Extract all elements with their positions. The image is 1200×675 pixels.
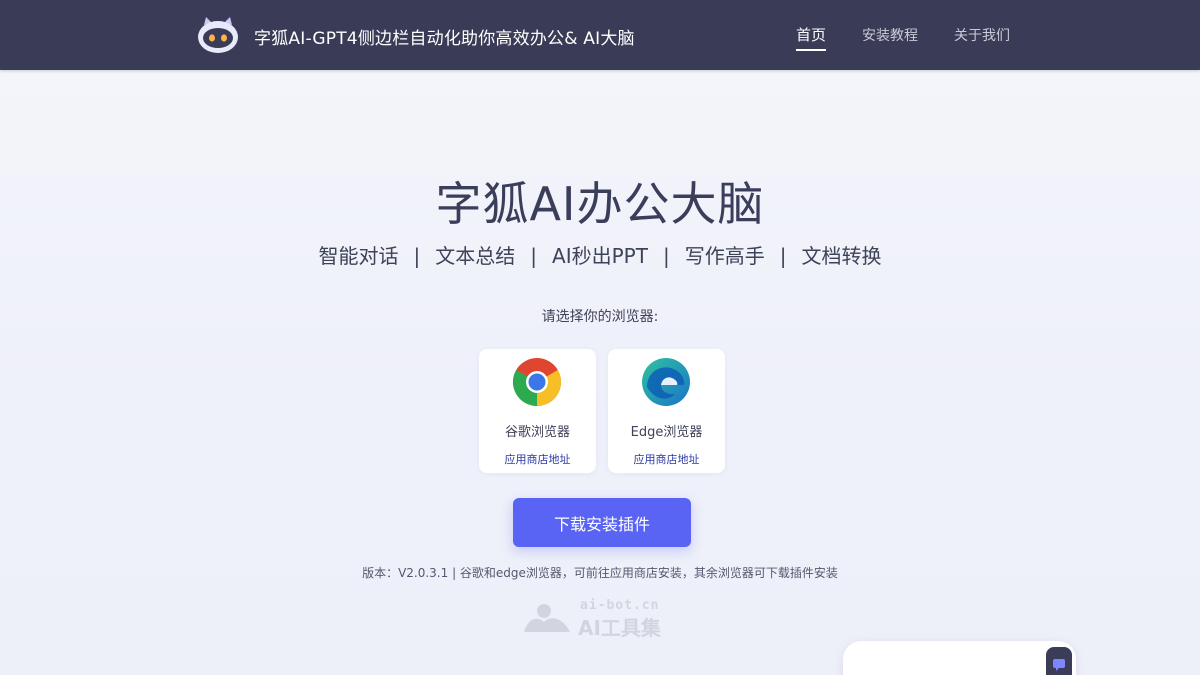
nav-home[interactable]: 首页 bbox=[796, 24, 827, 51]
chat-icon[interactable] bbox=[1052, 658, 1066, 672]
edge-browser-card[interactable]: Edge浏览器 应用商店地址 bbox=[608, 349, 725, 473]
feature-item: 智能对话 bbox=[318, 244, 399, 268]
feature-item: 文档转换 bbox=[801, 244, 882, 268]
edge-icon bbox=[642, 358, 690, 406]
feature-separator: | bbox=[779, 244, 787, 268]
robot-logo-icon[interactable] bbox=[196, 15, 240, 55]
feature-item: 文本总结 bbox=[435, 244, 516, 268]
feature-list: 智能对话 | 文本总结 | AI秒出PPT | 写作高手 | 文档转换 bbox=[0, 240, 1200, 269]
hero-title: 字狐AI办公大脑 bbox=[435, 177, 765, 231]
chrome-icon bbox=[512, 358, 562, 406]
site-title[interactable]: 字狐AI-GPT4侧边栏自动化助你高效办公& AI大脑 bbox=[254, 24, 635, 49]
download-plugin-button[interactable]: 下载安装插件 bbox=[513, 498, 691, 547]
chrome-browser-card[interactable]: 谷歌浏览器 应用商店地址 bbox=[479, 349, 596, 473]
feature-separator: | bbox=[662, 244, 670, 268]
browser-select-prompt: 请选择你的浏览器: bbox=[541, 309, 659, 325]
floating-preview-widget[interactable] bbox=[843, 641, 1076, 675]
watermark-url: ai-bot.cn bbox=[580, 598, 660, 613]
browser-name: 谷歌浏览器 bbox=[504, 425, 570, 440]
watermark: ai-bot.cn AI工具集 bbox=[522, 598, 682, 640]
nav-install-tutorial[interactable]: 安装教程 bbox=[862, 25, 918, 45]
top-navigation-bar: 字狐AI-GPT4侧边栏自动化助你高效办公& AI大脑 首页 安装教程 关于我们 bbox=[0, 0, 1200, 70]
version-note: 版本：V2.0.3.1 | 谷歌和edge浏览器，可前往应用商店安装，其余浏览器… bbox=[362, 566, 838, 580]
store-link[interactable]: 应用商店地址 bbox=[608, 451, 725, 467]
feature-item: 写作高手 bbox=[684, 244, 765, 268]
feature-separator: | bbox=[530, 244, 538, 268]
nav-about-us[interactable]: 关于我们 bbox=[954, 25, 1010, 45]
watermark-name: AI工具集 bbox=[578, 616, 661, 640]
feature-item: AI秒出PPT bbox=[552, 244, 648, 268]
browser-name: Edge浏览器 bbox=[630, 425, 703, 440]
store-link[interactable]: 应用商店地址 bbox=[479, 451, 596, 467]
feature-separator: | bbox=[413, 244, 421, 268]
watermark-logo-icon bbox=[524, 604, 570, 632]
